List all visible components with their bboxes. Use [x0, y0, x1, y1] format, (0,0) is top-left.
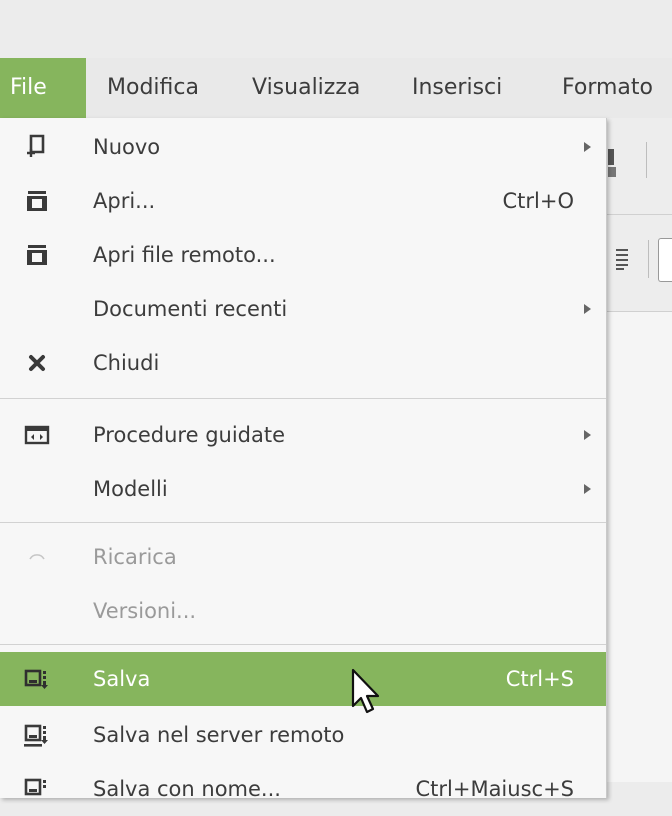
- menu-item-versioni[interactable]: Versioni...: [0, 584, 606, 638]
- mouse-cursor-icon: [351, 668, 380, 714]
- toolbar-clone-icon[interactable]: [606, 143, 618, 179]
- file-menu-dropdown: Nuovo Apri... Ctrl+O Apri file remoto...…: [0, 118, 607, 801]
- menu-item-ricarica[interactable]: Ricarica: [0, 530, 606, 584]
- menu-item-label: Salva con nome...: [93, 777, 281, 801]
- menu-item-documenti-recenti[interactable]: Documenti recenti: [0, 282, 606, 336]
- menu-item-apri[interactable]: Apri... Ctrl+O: [0, 174, 606, 228]
- menu-bar: File Modifica Visualizza Inserisci Forma…: [0, 58, 672, 119]
- menu-item-label: Apri file remoto...: [93, 243, 276, 267]
- menu-item-salva-nel-server-remoto[interactable]: Salva nel server remoto: [0, 708, 606, 762]
- close-icon: [29, 355, 45, 371]
- menu-item-shortcut: Ctrl+Maiusc+S: [415, 777, 574, 801]
- menu-item-label: Modelli: [93, 477, 168, 501]
- menu-item-procedure-guidate[interactable]: Procedure guidate: [0, 408, 606, 462]
- open-remote-icon: [27, 245, 47, 265]
- menu-separator: [0, 398, 606, 399]
- save-icon: [24, 669, 48, 689]
- menu-item-chiudi[interactable]: Chiudi: [0, 336, 606, 390]
- toolbar-field[interactable]: [658, 238, 672, 282]
- menu-item-label: Ricarica: [93, 545, 177, 569]
- menu-modifica[interactable]: Modifica: [107, 58, 199, 118]
- menu-item-label: Nuovo: [93, 135, 161, 159]
- menu-item-modelli[interactable]: Modelli: [0, 462, 606, 516]
- window-titlebar: [0, 0, 672, 58]
- menu-item-label: Procedure guidate: [93, 423, 286, 447]
- menu-item-salva-con-nome[interactable]: Salva con nome... Ctrl+Maiusc+S: [0, 762, 606, 816]
- new-document-icon: [27, 134, 45, 157]
- menu-separator: [0, 522, 606, 523]
- menu-item-label: Documenti recenti: [93, 297, 288, 321]
- menu-item-label: Versioni...: [93, 599, 197, 623]
- toolbar-separator-2: [648, 240, 649, 278]
- submenu-arrow-icon: [584, 304, 591, 314]
- menu-visualizza[interactable]: Visualizza: [252, 58, 360, 118]
- menu-item-salva[interactable]: Salva Ctrl+S: [0, 652, 606, 706]
- menu-item-label: Salva: [93, 667, 151, 691]
- menu-inserisci[interactable]: Inserisci: [412, 58, 502, 118]
- save-as-icon: [24, 778, 46, 796]
- open-folder-icon: [27, 191, 47, 211]
- menu-item-shortcut: Ctrl+O: [502, 189, 575, 213]
- menu-file[interactable]: File: [0, 58, 86, 118]
- menu-item-shortcut: Ctrl+S: [505, 667, 574, 691]
- submenu-arrow-icon: [584, 484, 591, 494]
- menu-item-label: Salva nel server remoto: [93, 723, 345, 747]
- menu-separator: [0, 644, 606, 645]
- menu-item-label: Apri...: [93, 189, 156, 213]
- menu-item-apri-file-remoto[interactable]: Apri file remoto...: [0, 228, 606, 282]
- menu-item-nuovo[interactable]: Nuovo: [0, 120, 606, 174]
- toolbar-justify-icon[interactable]: [615, 248, 629, 270]
- toolbar-separator: [646, 142, 647, 178]
- menu-formato[interactable]: Formato: [562, 58, 653, 118]
- menu-item-label: Chiudi: [93, 351, 160, 375]
- save-remote-icon: [24, 724, 48, 747]
- wizard-icon: [24, 425, 50, 445]
- reload-icon: [29, 554, 45, 560]
- submenu-arrow-icon: [584, 142, 591, 152]
- submenu-arrow-icon: [584, 430, 591, 440]
